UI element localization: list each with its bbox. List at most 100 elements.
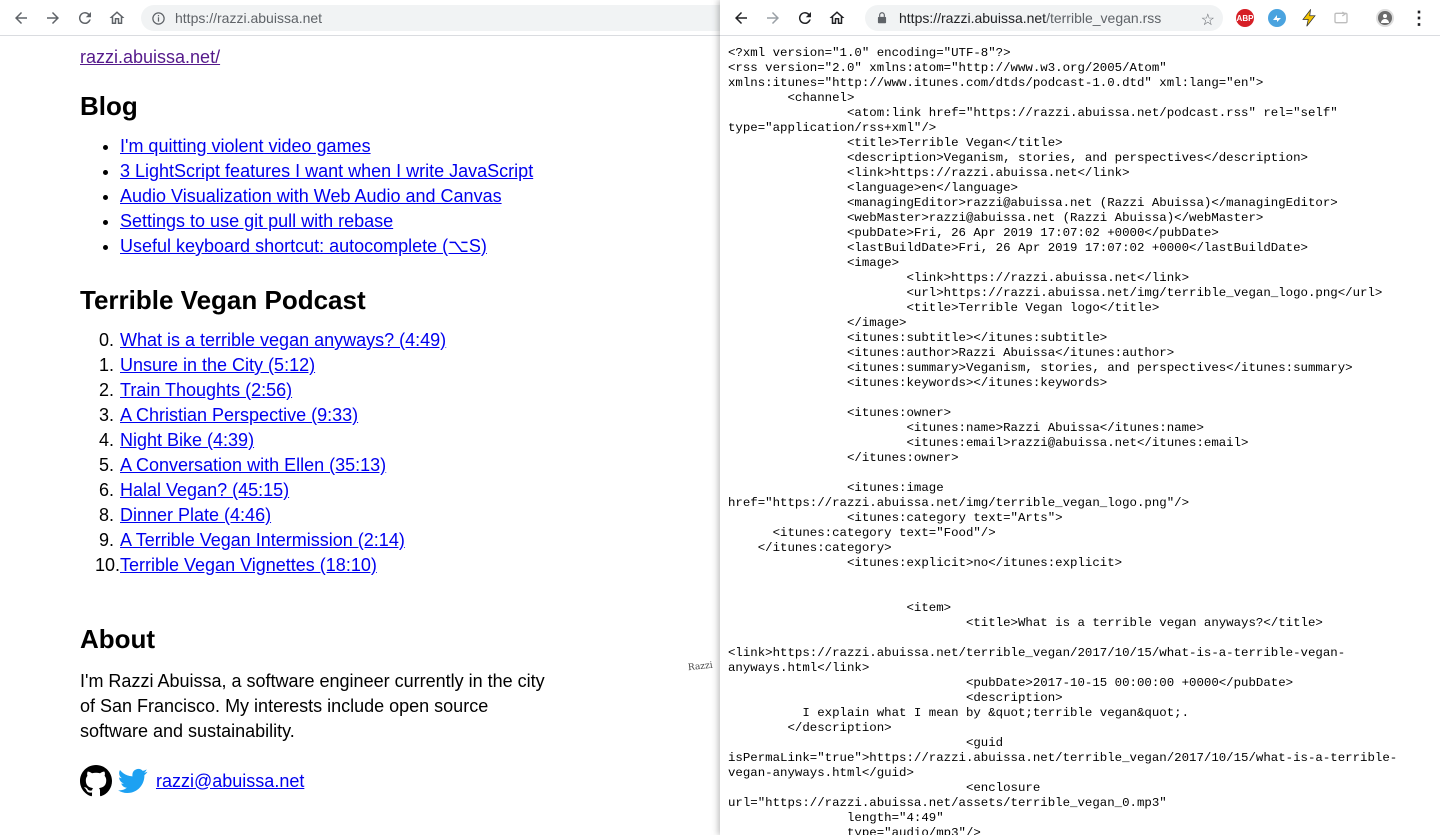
social-links: razzi@abuissa.net (80, 764, 700, 798)
list-item: 0. What is a terrible vegan anyways? (4:4… (80, 328, 700, 353)
episode-number: 1. (98, 355, 114, 375)
episode-link[interactable]: Dinner Plate (4:46) (120, 503, 271, 528)
list-item: 1. Unsure in the City (5:12) (80, 353, 700, 378)
github-icon[interactable] (80, 765, 112, 797)
list-item: 8. Dinner Plate (4:46) (80, 503, 700, 528)
xml-line: <itunes:summary>Veganism, stories, and p… (728, 361, 1353, 375)
profile-avatar-icon[interactable] (1376, 9, 1394, 27)
address-bar[interactable]: https://razzi.abuissa.net/terrible_vegan… (865, 5, 1223, 31)
episode-link[interactable]: What is a terrible vegan anyways? (4:49) (120, 328, 446, 353)
url-host: https://razzi.abuissa.net (899, 10, 1047, 26)
xml-line: <title>Terrible Vegan</title> (728, 136, 1063, 150)
xml-line (728, 571, 1438, 586)
xml-line (728, 391, 1438, 406)
list-item: 4. Night Bike (4:39) (80, 428, 700, 453)
xml-line: </itunes:owner> (728, 451, 959, 465)
xml-line: <itunes:category text="Arts"> (728, 511, 1063, 525)
blog-post-link[interactable]: Audio Visualization with Web Audio and C… (120, 186, 502, 206)
xml-line: <lastBuildDate>Fri, 26 Apr 2019 17:07:02… (728, 241, 1308, 255)
tweetdeck-icon[interactable] (1268, 9, 1286, 27)
xml-line: <itunes:image (728, 481, 944, 495)
xml-line: <?xml version="1.0" encoding="UTF-8"?> (728, 46, 1011, 60)
reload-icon[interactable] (74, 7, 96, 29)
list-item: 3 LightScript features I want when I wri… (120, 159, 700, 184)
forward-icon[interactable] (42, 7, 64, 29)
xml-line (728, 466, 1438, 481)
episode-number: 0. (98, 330, 114, 350)
episode-link[interactable]: Halal Vegan? (45:15) (120, 478, 289, 503)
adblock-plus-icon[interactable]: ABP (1236, 9, 1254, 27)
xml-line: <itunes:owner> (728, 406, 952, 420)
xml-line: I explain what I mean by &quot;terrible … (728, 706, 1190, 720)
episode-link[interactable]: Terrible Vegan Vignettes (18:10) (120, 553, 377, 578)
back-icon[interactable] (730, 7, 752, 29)
xml-line: isPermaLink="true">https://razzi.abuissa… (728, 751, 1398, 765)
twitter-icon[interactable] (117, 765, 149, 797)
xml-line: <rss version="2.0" xmlns:atom="http://ww… (728, 61, 1167, 75)
episode-link[interactable]: A Conversation with Ellen (35:13) (120, 453, 386, 478)
podcast-episode-list: 0. What is a terrible vegan anyways? (4:4… (80, 328, 700, 578)
episode-link[interactable]: A Christian Perspective (9:33) (120, 403, 358, 428)
xml-line: <itunes:category text="Food"/> (728, 526, 996, 540)
episode-link[interactable]: A Terrible Vegan Intermission (2:14) (120, 528, 405, 553)
menu-kebab-icon[interactable]: ⋮ (1410, 8, 1428, 28)
lock-icon[interactable] (874, 10, 890, 26)
xml-line: xmlns:itunes="http://www.itunes.com/dtds… (728, 76, 1264, 90)
xml-line: <itunes:explicit>no</itunes:explicit> (728, 556, 1123, 570)
forward-icon[interactable] (762, 7, 784, 29)
xml-line: <title>Terrible Vegan logo</title> (728, 301, 1160, 315)
episode-link[interactable]: Night Bike (4:39) (120, 428, 254, 453)
episode-number: 3. (98, 405, 114, 425)
xml-line: <url>https://razzi.abuissa.net/img/terri… (728, 286, 1383, 300)
info-icon[interactable] (150, 10, 166, 26)
cast-icon[interactable] (1332, 9, 1350, 27)
xml-line: <language>en</language> (728, 181, 1018, 195)
list-item: 2. Train Thoughts (2:56) (80, 378, 700, 403)
xml-line: href="https://razzi.abuissa.net/img/terr… (728, 496, 1190, 510)
reload-icon[interactable] (794, 7, 816, 29)
xml-line: <itunes:subtitle></itunes:subtitle> (728, 331, 1108, 345)
xml-line: <channel> (728, 91, 855, 105)
lightning-extension-icon[interactable] (1300, 9, 1318, 27)
xml-line: <guid (728, 736, 1004, 750)
blog-post-link[interactable]: 3 LightScript features I want when I wri… (120, 161, 533, 181)
email-link[interactable]: razzi@abuissa.net (156, 771, 304, 792)
list-item: 9. A Terrible Vegan Intermission (2:14) (80, 528, 700, 553)
home-icon[interactable] (106, 7, 128, 29)
xml-line: <managingEditor>razzi@abuissa.net (Razzi… (728, 196, 1338, 210)
url-path: /terrible_vegan.rss (1046, 10, 1162, 26)
site-home-link[interactable]: razzi.abuissa.net/ (80, 47, 700, 68)
address-text[interactable]: https://razzi.abuissa.net/terrible_vegan… (899, 10, 1161, 26)
xml-line: </description> (728, 721, 892, 735)
home-icon[interactable] (826, 7, 848, 29)
list-item: 3. A Christian Perspective (9:33) (80, 403, 700, 428)
episode-number: 6. (98, 480, 114, 500)
blog-post-link[interactable]: Useful keyboard shortcut: autocomplete (… (120, 236, 487, 256)
xml-source-view: <?xml version="1.0" encoding="UTF-8"?> <r… (728, 46, 1438, 835)
xml-line: length="4:49" (728, 811, 944, 825)
blog-post-link[interactable]: I'm quitting violent video games (120, 136, 371, 156)
list-item: I'm quitting violent video games (120, 134, 700, 159)
list-item: Useful keyboard shortcut: autocomplete (… (120, 234, 700, 259)
xml-line: <title>What is a terrible vegan anyways?… (728, 616, 1323, 630)
blog-post-list: I'm quitting violent video games 3 Light… (120, 134, 700, 259)
blog-post-link[interactable]: Settings to use git pull with rebase (120, 211, 393, 231)
back-icon[interactable] (10, 7, 32, 29)
xml-line: type="audio/mp3"/> (728, 826, 981, 835)
podcast-heading: Terrible Vegan Podcast (80, 285, 366, 315)
xml-line: type="application/rss+xml"/> (728, 121, 937, 135)
address-text[interactable]: https://razzi.abuissa.net (175, 10, 322, 26)
episode-link[interactable]: Train Thoughts (2:56) (120, 378, 292, 403)
right-browser-window: https://razzi.abuissa.net/terrible_vegan… (720, 0, 1440, 835)
xml-line (728, 586, 1438, 601)
episode-link[interactable]: Unsure in the City (5:12) (120, 353, 315, 378)
list-item: Settings to use git pull with rebase (120, 209, 700, 234)
xml-line: url="https://razzi.abuissa.net/assets/te… (728, 796, 1167, 810)
address-bar[interactable]: https://razzi.abuissa.net (141, 5, 720, 31)
about-heading: About (80, 624, 156, 654)
left-toolbar: https://razzi.abuissa.net (0, 0, 720, 36)
list-item: 5. A Conversation with Ellen (35:13) (80, 453, 700, 478)
xml-line: vegan-anyways.html</guid> (728, 766, 914, 780)
bookmark-star-icon[interactable]: ☆ (1201, 10, 1215, 30)
xml-line: <description>Veganism, stories, and pers… (728, 151, 1308, 165)
